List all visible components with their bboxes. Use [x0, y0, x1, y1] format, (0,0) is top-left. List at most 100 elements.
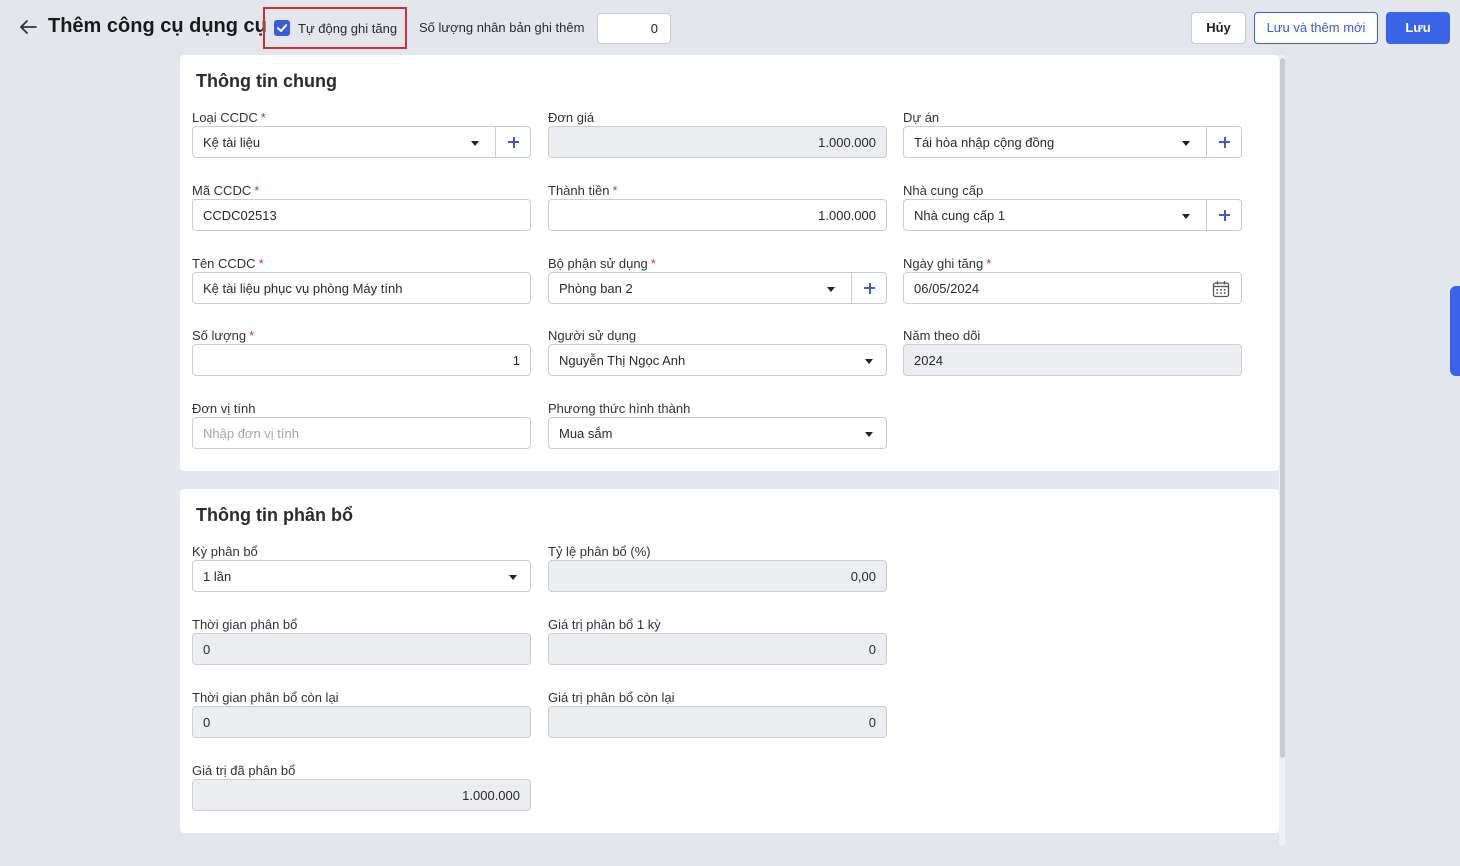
allocation-period-value: 1 lần	[203, 569, 232, 584]
calendar-icon[interactable]	[1212, 280, 1230, 298]
quantity-input[interactable]: 1	[192, 344, 531, 376]
auto-increase-checkbox[interactable]	[274, 20, 290, 36]
tool-name-input[interactable]: Kệ tài liệu phục vụ phòng Máy tính	[192, 272, 531, 304]
department-select[interactable]: Phòng ban 2	[548, 272, 887, 304]
formation-method-select[interactable]: Mua sắm	[548, 417, 887, 449]
unit-price-label: Đơn giá	[548, 110, 595, 125]
allocation-info-title: Thông tin phân bổ	[196, 505, 353, 525]
quantity-label: Số lượng	[192, 328, 247, 343]
tool-code-input[interactable]: CCDC02513	[192, 199, 531, 231]
allocation-time-label: Thời gian phân bổ	[192, 617, 298, 632]
record-date-label: Ngày ghi tăng	[903, 256, 984, 271]
save-button[interactable]: Lưu	[1386, 12, 1450, 44]
required-mark: *	[260, 110, 266, 125]
allocation-period-select[interactable]: 1 lần	[192, 560, 531, 592]
remaining-time-input: 0	[192, 706, 531, 738]
chevron-down-icon[interactable]	[865, 432, 873, 437]
tool-name-label: Tên CCDC	[192, 256, 256, 271]
allocated-value-value: 1.000.000	[462, 788, 520, 803]
chevron-down-icon[interactable]	[1182, 141, 1190, 146]
unit-price-input: 1.000.000	[548, 126, 887, 158]
total-amount-input[interactable]: 1.000.000	[548, 199, 887, 231]
department-value: Phòng ban 2	[559, 281, 633, 296]
add-tool-type-plus-icon[interactable]	[495, 127, 530, 157]
side-panel-toggle[interactable]	[1450, 286, 1460, 376]
chevron-down-icon[interactable]	[471, 141, 479, 146]
department-label: Bộ phận sử dụng	[548, 256, 648, 271]
scrollbar-thumb[interactable]	[1280, 58, 1285, 758]
top-bar: Thêm công cụ dụng cụ Tự động ghi tăng Số…	[0, 0, 1460, 54]
add-project-plus-icon[interactable]	[1206, 127, 1241, 157]
tracking-year-label: Năm theo dõi	[903, 328, 981, 343]
back-arrow-icon[interactable]	[16, 15, 40, 39]
formation-method-value: Mua sắm	[559, 426, 613, 441]
remaining-value-input: 0	[548, 706, 887, 738]
total-amount-label: Thành tiền	[548, 183, 610, 198]
required-mark: *	[254, 183, 260, 198]
general-info-card: Thông tin chung Loại CCDC * Kệ tài liệu Đ…	[180, 55, 1279, 471]
allocation-rate-value: 0,00	[850, 569, 876, 584]
remaining-time-label: Thời gian phân bổ còn lại	[192, 690, 339, 705]
cancel-button[interactable]: Hủy	[1191, 12, 1246, 44]
allocation-info-card: Thông tin phân bổ Kỳ phân bổ 1 lần Tỷ lệ…	[180, 489, 1279, 833]
allocation-period-label: Kỳ phân bổ	[192, 544, 258, 559]
tracking-year-input: 2024	[903, 344, 1242, 376]
tool-type-label: Loại CCDC	[192, 110, 258, 125]
auto-increase-highlight: Tự động ghi tăng	[263, 7, 407, 49]
allocation-time-input: 0	[192, 633, 531, 665]
tool-code-value: CCDC02513	[203, 208, 277, 223]
tool-code-label: Mã CCDC	[192, 183, 252, 198]
unit-price-value: 1.000.000	[818, 135, 876, 150]
unit-input[interactable]: Nhập đơn vị tính	[192, 417, 531, 449]
user-select[interactable]: Nguyễn Thị Ngọc Anh	[548, 344, 887, 376]
total-amount-value: 1.000.000	[818, 208, 876, 223]
user-label: Người sử dụng	[548, 328, 637, 343]
unit-label: Đơn vị tính	[192, 401, 256, 416]
allocation-rate-label: Tỷ lệ phân bổ (%)	[548, 544, 651, 559]
record-date-input[interactable]: 06/05/2024	[903, 272, 1242, 304]
remaining-time-value: 0	[203, 715, 211, 730]
formation-method-label: Phương thức hình thành	[548, 401, 691, 416]
remaining-value-value: 0	[868, 715, 876, 730]
required-mark: *	[986, 256, 992, 271]
supplier-label: Nhà cung cấp	[903, 183, 984, 198]
remaining-value-label: Giá trị phân bổ còn lại	[548, 690, 675, 705]
tool-type-value: Kệ tài liệu	[203, 135, 261, 150]
unit-placeholder: Nhập đơn vị tính	[203, 426, 299, 441]
value-per-period-input: 0	[548, 633, 887, 665]
add-department-plus-icon[interactable]	[851, 273, 886, 303]
chevron-down-icon[interactable]	[865, 359, 873, 364]
save-and-new-button[interactable]: Lưu và thêm mới	[1254, 12, 1378, 44]
tool-name-value: Kệ tài liệu phục vụ phòng Máy tính	[203, 281, 403, 296]
supplier-value: Nhà cung cấp 1	[914, 208, 1006, 223]
required-mark: *	[650, 256, 656, 271]
chevron-down-icon[interactable]	[509, 575, 517, 580]
allocation-rate-input: 0,00	[548, 560, 887, 592]
allocated-value-label: Giá trị đã phân bổ	[192, 763, 296, 778]
tool-type-select[interactable]: Kệ tài liệu	[192, 126, 531, 158]
project-label: Dự án	[903, 110, 940, 125]
tracking-year-value: 2024	[914, 353, 943, 368]
chevron-down-icon[interactable]	[1182, 214, 1190, 219]
required-mark: *	[258, 256, 264, 271]
project-value: Tái hòa nhập cộng đồng	[914, 135, 1055, 150]
quantity-value: 1	[512, 353, 520, 368]
duplicate-count-label: Số lượng nhân bản ghi thêm	[419, 20, 585, 35]
value-per-period-value: 0	[868, 642, 876, 657]
general-info-title: Thông tin chung	[196, 71, 337, 91]
checkmark-icon	[277, 24, 288, 32]
allocated-value-input: 1.000.000	[192, 779, 531, 811]
required-mark: *	[612, 183, 618, 198]
user-value: Nguyễn Thị Ngọc Anh	[559, 353, 686, 368]
value-per-period-label: Giá trị phân bổ 1 kỳ	[548, 617, 661, 632]
required-mark: *	[249, 328, 255, 343]
chevron-down-icon[interactable]	[827, 287, 835, 292]
add-supplier-plus-icon[interactable]	[1206, 200, 1241, 230]
page-title: Thêm công cụ dụng cụ	[48, 15, 267, 37]
duplicate-count-input[interactable]: 0	[597, 13, 671, 44]
allocation-time-value: 0	[203, 642, 211, 657]
record-date-value: 06/05/2024	[914, 281, 980, 296]
project-select[interactable]: Tái hòa nhập cộng đồng	[903, 126, 1242, 158]
auto-increase-label[interactable]: Tự động ghi tăng	[298, 21, 397, 36]
supplier-select[interactable]: Nhà cung cấp 1	[903, 199, 1242, 231]
